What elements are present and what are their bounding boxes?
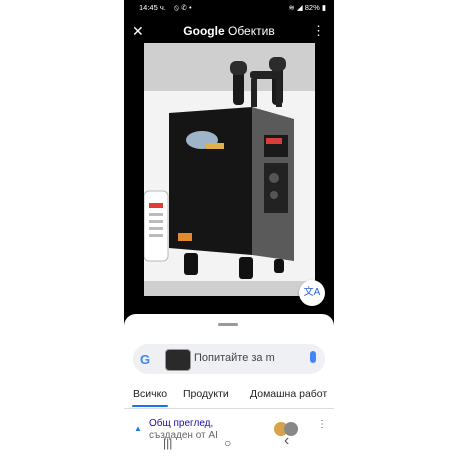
status-time: 14:45 ч. xyxy=(139,3,166,12)
tabs-divider xyxy=(124,408,334,409)
more-vert-icon[interactable]: ⋮ xyxy=(317,419,327,430)
search-input[interactable]: Попитайте за m xyxy=(194,352,299,364)
tab-products[interactable]: Продукти xyxy=(183,388,229,400)
signal-icon: ◢ xyxy=(296,3,303,12)
result-title: Общ преглед, xyxy=(149,418,214,429)
image-thumbnail[interactable] xyxy=(165,349,191,371)
battery-icon: ▮ xyxy=(321,3,326,12)
tab-all[interactable]: Всичко xyxy=(131,388,169,407)
system-nav-bar: ||| ○ ‹ xyxy=(124,432,334,458)
home-icon[interactable]: ○ xyxy=(224,436,231,450)
lens-image[interactable] xyxy=(143,43,315,296)
tab-homework[interactable]: Домашна работ xyxy=(250,388,327,400)
mic-icon[interactable] xyxy=(310,351,316,363)
google-logo-icon: G xyxy=(140,352,151,367)
recents-icon[interactable]: ||| xyxy=(163,436,172,450)
lens-title: Обектив xyxy=(227,24,275,38)
search-bar[interactable]: G Попитайте за m xyxy=(133,344,325,374)
battery-level: 82% xyxy=(304,3,320,12)
more-options-icon[interactable]: ⋮ xyxy=(312,23,325,39)
status-right: ≋ ◢ 82% ▮ xyxy=(288,3,326,12)
app-title: Google Обектив xyxy=(124,24,334,38)
phone-screen: 14:45 ч. ⦸ ✆ • ≋ ◢ 82% ▮ ✕ Google Обекти… xyxy=(124,0,334,458)
karaoke-speaker-image xyxy=(143,43,315,296)
status-bar: 14:45 ч. ⦸ ✆ • ≋ ◢ 82% ▮ xyxy=(124,0,334,14)
drag-handle[interactable] xyxy=(218,323,238,326)
translate-icon[interactable]: 文A xyxy=(299,280,325,306)
result-tabs: Всичко Продукти Домашна работ xyxy=(124,388,334,407)
back-icon[interactable]: ‹ xyxy=(284,432,289,450)
wifi-icon: ≋ xyxy=(288,3,295,12)
app-bar: ✕ Google Обектив ⋮ xyxy=(124,20,334,44)
status-icons-left: ⦸ ✆ • xyxy=(174,3,192,12)
google-brand: Google xyxy=(183,24,225,38)
